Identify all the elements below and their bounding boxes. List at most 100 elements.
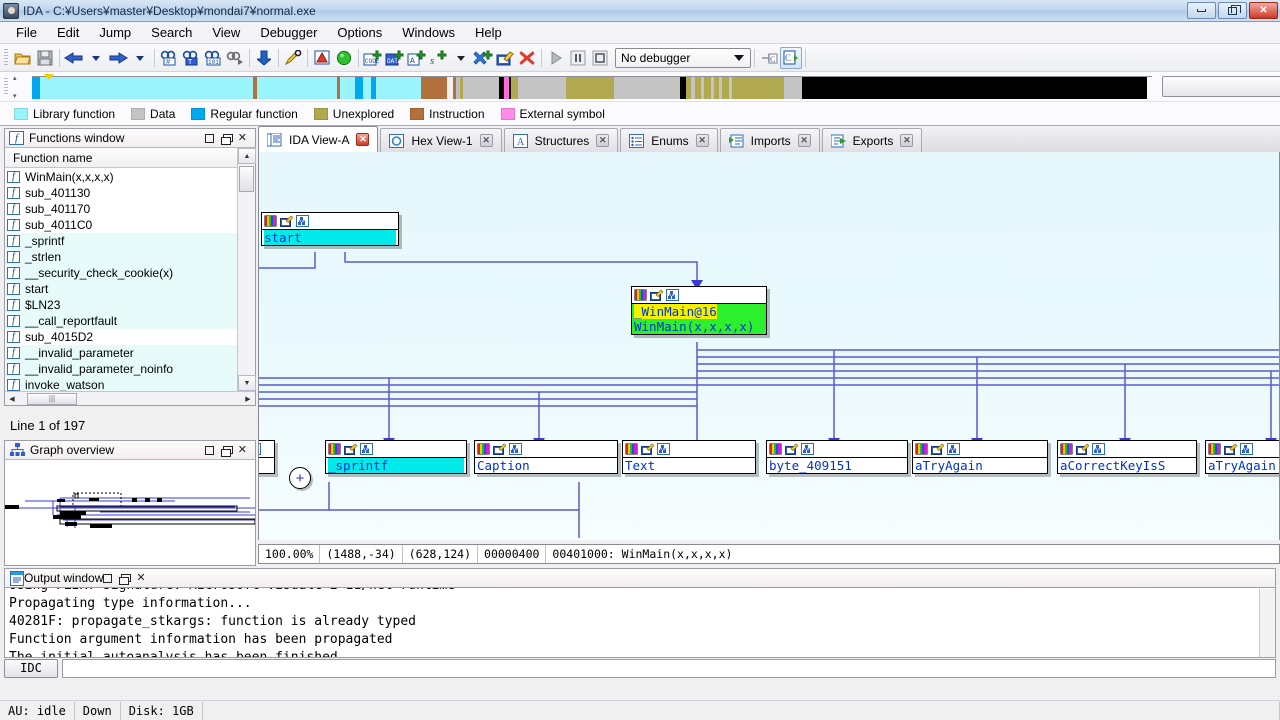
- run-icon[interactable]: [545, 47, 567, 69]
- search-text-icon[interactable]: T: [180, 47, 202, 69]
- delete-icon[interactable]: [516, 47, 538, 69]
- graph-overview-maximize-button[interactable]: [204, 445, 214, 455]
- function-list-item[interactable]: f $LN23: [5, 297, 238, 313]
- graph-node-caption[interactable]: Caption: [474, 440, 618, 474]
- function-list-item[interactable]: f sub_4015D2: [5, 329, 238, 345]
- toolbar-grip[interactable]: [4, 48, 8, 67]
- make-struct-dropdown-icon[interactable]: [450, 47, 472, 69]
- node-color-icon[interactable]: [634, 289, 647, 301]
- save-file-icon[interactable]: [34, 47, 56, 69]
- navigator-grip[interactable]: [4, 77, 8, 96]
- output-window-restore-button[interactable]: [119, 573, 132, 585]
- forward-dropdown-icon[interactable]: [129, 47, 151, 69]
- node-color-icon[interactable]: [264, 215, 277, 227]
- search-next-icon[interactable]: [224, 47, 246, 69]
- menu-view[interactable]: View: [202, 23, 250, 42]
- graph-overview-close-button[interactable]: ✕: [238, 444, 247, 456]
- function-list-item[interactable]: f __security_check_cookie(x): [5, 265, 238, 281]
- close-button[interactable]: ✕: [1249, 2, 1278, 19]
- functions-window-maximize-button[interactable]: [204, 133, 214, 143]
- step-over-source-icon[interactable]: C: [758, 47, 780, 69]
- open-file-icon[interactable]: [12, 47, 34, 69]
- pause-icon[interactable]: [567, 47, 589, 69]
- node-graph-icon[interactable]: [509, 443, 522, 455]
- graph-node-sprintf[interactable]: _sprintf: [325, 440, 467, 474]
- node-graph-icon[interactable]: [296, 215, 309, 227]
- node-color-icon[interactable]: [328, 443, 341, 455]
- function-list-item[interactable]: f _strlen: [5, 249, 238, 265]
- node-color-icon[interactable]: [477, 443, 490, 455]
- debugger-select[interactable]: No debugger: [615, 47, 751, 68]
- node-graph-icon[interactable]: [666, 289, 679, 301]
- output-window-maximize-button[interactable]: [103, 573, 113, 583]
- graph-canvas[interactable]: start _WinMain@16WinMain(x,x,x,x)) _sprint…: [258, 152, 1280, 540]
- function-list-item[interactable]: f __invalid_parameter: [5, 345, 238, 361]
- search-hash-icon[interactable]: #: [158, 47, 180, 69]
- tab-close-icon[interactable]: ✕: [596, 134, 610, 147]
- graph-node-start[interactable]: start: [261, 212, 399, 246]
- functions-vertical-scrollbar[interactable]: ▲ ▼: [237, 148, 256, 391]
- tab-ida-view-a[interactable]: IDA View-A ✕: [258, 126, 379, 152]
- node-rename-icon[interactable]: [641, 443, 655, 455]
- graph-overview-thumbnail[interactable]: [4, 460, 256, 566]
- menu-debugger[interactable]: Debugger: [250, 23, 327, 42]
- graph-expand-button[interactable]: +: [289, 467, 311, 489]
- scroll-left-icon[interactable]: ◀: [5, 392, 19, 405]
- graph-node-text[interactable]: Text: [622, 440, 756, 474]
- node-rename-icon[interactable]: [785, 443, 799, 455]
- idc-command-input[interactable]: [62, 658, 1276, 678]
- functions-horizontal-scrollbar[interactable]: ◀ ||| ▶: [5, 391, 255, 405]
- idc-mode-button[interactable]: IDC: [4, 658, 58, 678]
- tab-enums[interactable]: Enums ✕: [620, 128, 718, 152]
- functions-list[interactable]: f WinMain(x,x,x,x) f sub_401130 f sub_401170f…: [5, 169, 238, 391]
- node-graph-icon[interactable]: [1240, 443, 1253, 455]
- graph-overview-restore-button[interactable]: [220, 445, 233, 457]
- jump-down-icon[interactable]: [253, 47, 275, 69]
- function-list-item[interactable]: f invoke_watson: [5, 377, 238, 391]
- tab-close-icon[interactable]: ✕: [900, 134, 914, 147]
- functions-window-close-button[interactable]: ✕: [238, 132, 247, 144]
- node-rename-icon[interactable]: [931, 443, 945, 455]
- warning-icon[interactable]: [311, 47, 333, 69]
- functions-window-restore-button[interactable]: [220, 133, 233, 145]
- rename-icon[interactable]: [494, 47, 516, 69]
- menu-edit[interactable]: Edit: [47, 23, 89, 42]
- minimize-button[interactable]: [1187, 2, 1216, 19]
- graph-node-acorrectkeyiss[interactable]: aCorrectKeyIsS: [1057, 440, 1197, 474]
- function-list-item[interactable]: f sub_401130: [5, 185, 238, 201]
- undefine-icon[interactable]: [472, 47, 494, 69]
- node-color-icon[interactable]: [625, 443, 638, 455]
- menu-file[interactable]: File: [6, 23, 47, 42]
- graph-node-atryagain1[interactable]: aTryAgain: [912, 440, 1048, 474]
- tab-exports[interactable]: Exports ✕: [821, 128, 923, 152]
- search-binary-icon[interactable]: 101: [202, 47, 224, 69]
- navigator-zoom-arrows[interactable]: [12, 74, 22, 100]
- menu-help[interactable]: Help: [465, 23, 512, 42]
- tab-close-icon[interactable]: ✕: [797, 134, 811, 147]
- back-dropdown-icon[interactable]: [85, 47, 107, 69]
- tab-structures[interactable]: A Structures ✕: [503, 128, 619, 152]
- node-graph-icon[interactable]: [657, 443, 670, 455]
- navigator-bar[interactable]: [32, 73, 1152, 99]
- node-color-icon[interactable]: [769, 443, 782, 455]
- node-color-icon[interactable]: [915, 443, 928, 455]
- navigator-combo[interactable]: [1162, 76, 1280, 97]
- menu-windows[interactable]: Windows: [392, 23, 465, 42]
- function-list-item[interactable]: f WinMain(x,x,x,x): [5, 169, 238, 185]
- tab-close-icon[interactable]: ✕: [356, 133, 370, 146]
- node-graph-icon[interactable]: [360, 443, 373, 455]
- step-into-source-icon[interactable]: C: [780, 46, 802, 69]
- tab-close-icon[interactable]: ✕: [479, 134, 493, 147]
- function-list-item[interactable]: f sub_401170: [5, 201, 238, 217]
- stop-icon[interactable]: [589, 47, 611, 69]
- tab-imports[interactable]: Imports ✕: [719, 128, 820, 152]
- tab-close-icon[interactable]: ✕: [695, 134, 709, 147]
- node-rename-icon[interactable]: [344, 443, 358, 455]
- output-vertical-scrollbar[interactable]: [1259, 589, 1275, 657]
- node-rename-icon[interactable]: [493, 443, 507, 455]
- scroll-right-icon[interactable]: ▶: [241, 392, 255, 405]
- graph-node-atryagain2[interactable]: aTryAgain: [1205, 440, 1279, 474]
- make-array-icon[interactable]: A: [406, 47, 428, 69]
- maximize-button[interactable]: [1218, 2, 1247, 19]
- node-rename-icon[interactable]: [1224, 443, 1238, 455]
